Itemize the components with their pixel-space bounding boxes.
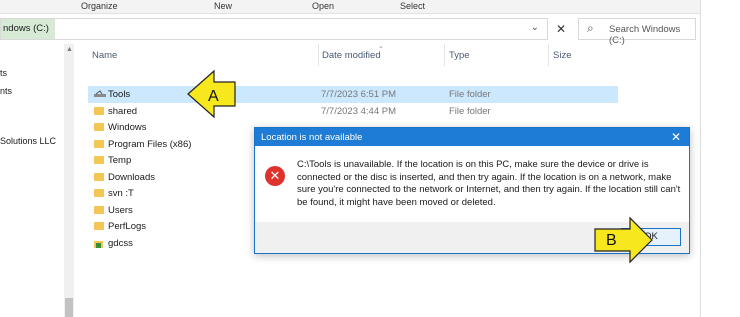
chevron-down-icon[interactable]: ⌄ (531, 22, 539, 33)
file-name: Users (108, 205, 133, 216)
new-menu[interactable]: New (214, 1, 232, 11)
select-menu[interactable]: Select (400, 1, 425, 11)
file-name: Temp (108, 155, 132, 166)
file-name: gdcss (108, 238, 133, 249)
folder-icon (94, 189, 104, 197)
folder-icon (94, 140, 104, 148)
folder-icon (94, 123, 104, 131)
open-menu[interactable]: Open (312, 1, 334, 11)
nav-scrollbar[interactable]: ▲ (64, 44, 74, 317)
broken-drive-icon (94, 90, 106, 98)
column-header-date[interactable]: Date modified (322, 50, 381, 61)
file-name: Program Files (x86) (108, 139, 192, 150)
sort-caret-icon: ⌄ (378, 43, 384, 50)
file-date: 7/7/2023 6:51 PM (321, 89, 396, 100)
dialog-footer: OK (255, 222, 689, 253)
file-row-tools[interactable]: Tools 7/7/2023 6:51 PM File folder (88, 86, 618, 103)
file-name: PerfLogs (108, 221, 147, 232)
nav-item[interactable]: ts (0, 68, 7, 78)
right-pane (700, 0, 740, 317)
nav-item[interactable]: Solutions LLC (0, 136, 56, 146)
file-type: File folder (449, 106, 491, 117)
dialog-title: Location is not available (255, 128, 689, 146)
file-name: Downloads (108, 172, 155, 183)
address-bar[interactable]: ndows (C:) ⌄ (0, 18, 548, 40)
search-box[interactable]: ⌕ Search Windows (C:) (578, 18, 696, 46)
file-name: Windows (108, 122, 147, 133)
ok-button[interactable]: OK (621, 228, 681, 246)
column-header-size[interactable]: Size (553, 50, 571, 61)
folder-icon (94, 107, 104, 115)
organize-menu[interactable]: Organize (81, 1, 118, 11)
error-icon: ✕ (265, 166, 285, 186)
column-header-name[interactable]: Name (92, 50, 117, 61)
folder-icon (94, 222, 104, 230)
location-not-available-dialog: Location is not available ✕ ✕ C:\Tools i… (254, 127, 690, 254)
search-placeholder: Search Windows (C:) (609, 24, 681, 46)
file-name: svn :T (108, 188, 134, 199)
scroll-thumb[interactable] (65, 298, 73, 317)
column-divider[interactable] (318, 44, 319, 66)
file-name: Tools (108, 89, 131, 100)
file-row-shared[interactable]: shared 7/7/2023 4:44 PM File folder (88, 103, 618, 120)
search-icon: ⌕ (587, 21, 594, 35)
nav-item[interactable]: nts (0, 86, 12, 96)
file-name: shared (108, 106, 138, 117)
scroll-up-icon[interactable]: ▲ (66, 46, 73, 53)
folder-icon (94, 156, 104, 164)
dialog-close-button[interactable]: ✕ (671, 130, 681, 144)
clear-address-button[interactable]: ✕ (550, 18, 572, 40)
column-divider[interactable] (444, 44, 445, 66)
file-date: 7/7/2023 4:44 PM (321, 106, 396, 117)
app-folder-icon (94, 239, 104, 248)
command-ribbon: Organize New Open Select (0, 0, 740, 14)
folder-icon (94, 206, 104, 214)
address-segment[interactable]: ndows (C:) (1, 19, 55, 39)
file-type: File folder (449, 89, 491, 100)
dialog-message: C:\Tools is unavailable. If the location… (297, 159, 681, 208)
folder-icon (94, 173, 104, 181)
column-divider[interactable] (548, 44, 549, 66)
column-header-type[interactable]: Type (449, 50, 470, 61)
